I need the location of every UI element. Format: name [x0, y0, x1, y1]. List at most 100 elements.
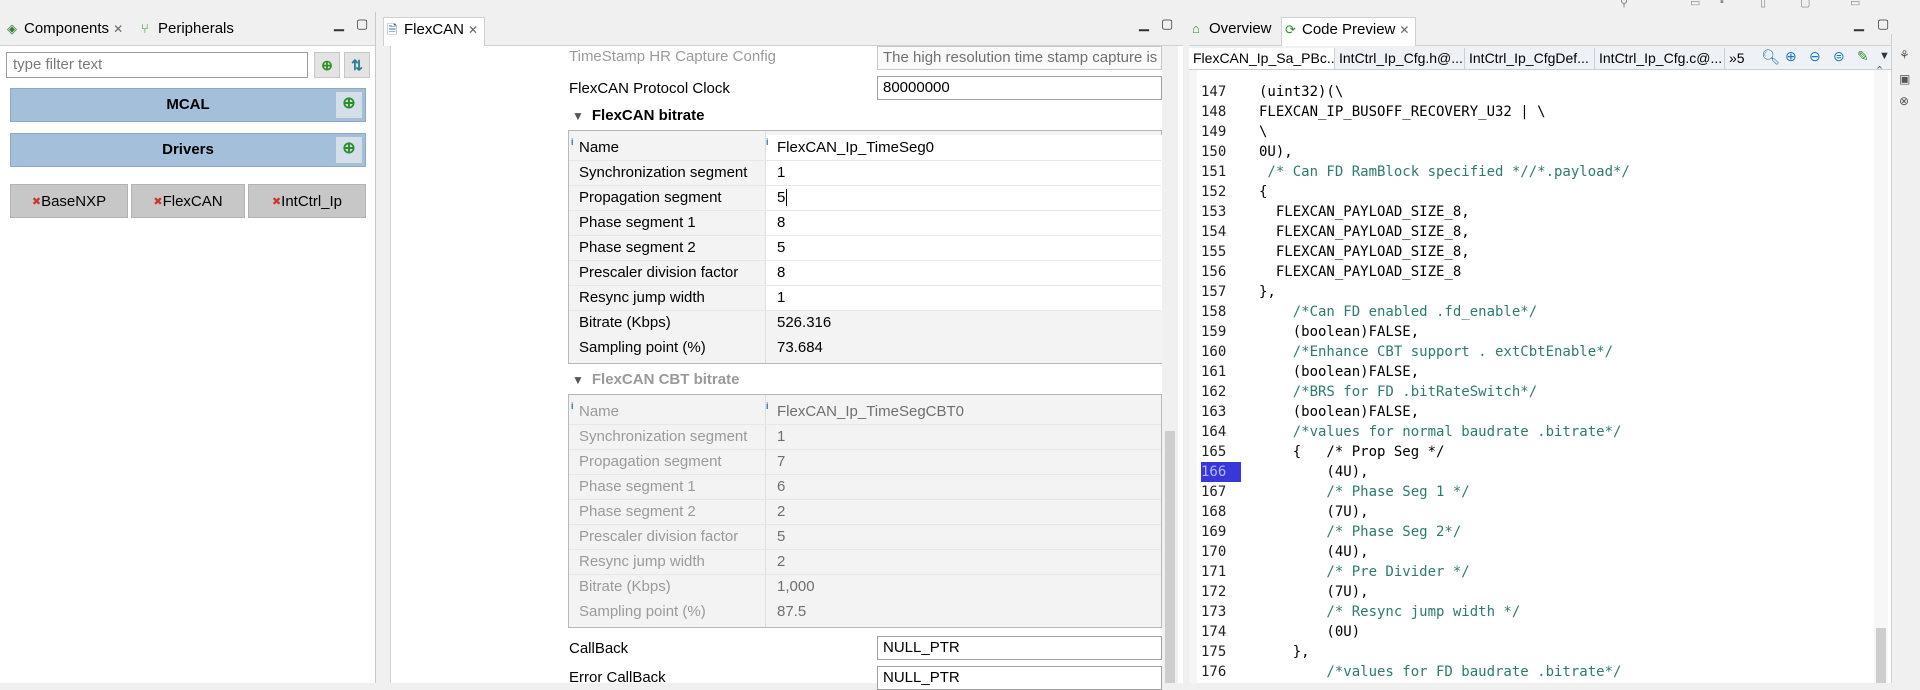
panel-separator[interactable]: [376, 12, 383, 683]
code-line[interactable]: (boolean)FALSE,: [1259, 362, 1419, 382]
code-line[interactable]: (7U),: [1259, 582, 1368, 602]
scroll-thumb[interactable]: [1165, 431, 1175, 683]
driver-flexcan[interactable]: ✖FlexCAN: [131, 184, 245, 218]
scroll-thumb[interactable]: [1876, 628, 1886, 683]
file-tab[interactable]: IntCtrl_Ip_CfgDef...: [1465, 48, 1595, 69]
line-number[interactable]: 166: [1201, 462, 1241, 482]
code-comment-line[interactable]: /*Can FD enabled .fd_enable*/: [1259, 302, 1537, 322]
tab-code-preview[interactable]: ⟳ Code Preview ✕: [1281, 17, 1417, 46]
tab-flexcan[interactable]: 🗎 FlexCAN ✕: [383, 17, 486, 46]
driver-basenxp[interactable]: ✖BaseNXP: [10, 184, 128, 218]
line-number[interactable]: 168: [1201, 502, 1241, 522]
code-line[interactable]: (4U),: [1259, 462, 1368, 482]
prop-segment-input[interactable]: 5: [777, 189, 788, 206]
chevron-down-icon[interactable]: ▼: [1879, 50, 1890, 62]
code-line[interactable]: },: [1259, 282, 1276, 302]
code-comment-line[interactable]: /* Phase Seg 1 */: [1259, 482, 1469, 502]
prescaler-value[interactable]: 8: [777, 264, 785, 281]
callback-field[interactable]: NULL_PTR: [877, 636, 1162, 660]
toolbar-icon[interactable]: ⚘: [1899, 48, 1910, 62]
minimize-icon[interactable]: ▁: [1139, 16, 1149, 32]
code-line[interactable]: 0U),: [1259, 142, 1293, 162]
sort-button[interactable]: ⇅: [344, 52, 370, 78]
chevron-down-icon[interactable]: ▼: [572, 373, 584, 387]
code-line[interactable]: (0U): [1259, 622, 1360, 642]
code-line[interactable]: {: [1259, 182, 1267, 202]
chevron-down-icon[interactable]: ▼: [572, 109, 584, 123]
code-comment-line[interactable]: /*BRS for FD .bitRateSwitch*/: [1259, 382, 1537, 402]
bitrate-section-header[interactable]: ▼ FlexCAN bitrate: [572, 107, 704, 124]
line-number[interactable]: 161: [1201, 362, 1241, 382]
code-line[interactable]: FLEXCAN_PAYLOAD_SIZE_8: [1259, 262, 1461, 282]
line-number[interactable]: 157: [1201, 282, 1241, 302]
close-icon[interactable]: ✕: [1399, 23, 1409, 37]
code-comment-line[interactable]: /* Can FD RamBlock specified *//*.payloa…: [1259, 162, 1629, 182]
line-number[interactable]: 154: [1201, 222, 1241, 242]
search-icon[interactable]: ⚲: [1620, 0, 1628, 9]
code-comment-line[interactable]: /*values for normal baudrate .bitrate*/: [1259, 422, 1622, 442]
code-line[interactable]: { /* Prop Seg */: [1259, 442, 1445, 462]
code-line[interactable]: (7U),: [1259, 502, 1368, 522]
add-icon[interactable]: ⊕: [335, 91, 363, 119]
line-number[interactable]: 147: [1201, 82, 1241, 102]
sync-segment-value[interactable]: 1: [777, 164, 785, 181]
code-comment-line[interactable]: /*Enhance CBT support . extCbtEnable*/: [1259, 342, 1613, 362]
name-value[interactable]: FlexCAN_Ip_TimeSeg0: [777, 139, 934, 156]
protocol-clock-field[interactable]: 80000000: [877, 76, 1162, 100]
toolbar-icon[interactable]: ⊗: [1899, 94, 1909, 108]
cbt-section-header[interactable]: ▼ FlexCAN CBT bitrate: [572, 371, 739, 388]
line-number[interactable]: 158: [1201, 302, 1241, 322]
code-line[interactable]: (boolean)FALSE,: [1259, 402, 1419, 422]
close-icon[interactable]: ✕: [468, 23, 478, 37]
line-number[interactable]: 164: [1201, 422, 1241, 442]
group-mcal[interactable]: MCAL ⊕: [10, 88, 366, 122]
line-number[interactable]: 155: [1201, 242, 1241, 262]
resync-jump-value[interactable]: 1: [777, 289, 785, 306]
phase-seg2-value[interactable]: 5: [777, 239, 785, 256]
code-line[interactable]: (4U),: [1259, 542, 1368, 562]
code-line[interactable]: FLEXCAN_IP_BUSOFF_RECOVERY_U32 | \: [1259, 102, 1546, 122]
filter-input[interactable]: type filter text: [6, 52, 308, 78]
line-number[interactable]: 152: [1201, 182, 1241, 202]
maximize-icon[interactable]: ▢: [1161, 16, 1173, 32]
line-number[interactable]: 165: [1201, 442, 1241, 462]
line-number[interactable]: 149: [1201, 122, 1241, 142]
zoom-in-icon[interactable]: ⊕: [1785, 48, 1797, 65]
close-icon[interactable]: ✕: [113, 22, 123, 36]
line-number[interactable]: 153: [1201, 202, 1241, 222]
line-number[interactable]: 163: [1201, 402, 1241, 422]
line-number[interactable]: 148: [1201, 102, 1241, 122]
code-comment-line[interactable]: /* Pre Divider */: [1259, 562, 1469, 582]
error-callback-field[interactable]: NULL_PTR: [877, 666, 1162, 690]
code-line[interactable]: \: [1259, 122, 1267, 142]
toolbar-icon[interactable]: ▭: [1690, 0, 1700, 9]
maximize-icon[interactable]: ▢: [1877, 16, 1889, 32]
file-tab[interactable]: IntCtrl_Ip_Cfg.h@...: [1335, 48, 1465, 69]
line-number[interactable]: 171: [1201, 562, 1241, 582]
line-number[interactable]: 172: [1201, 582, 1241, 602]
restore-icon[interactable]: ▣: [1899, 72, 1910, 86]
toolbar-icon[interactable]: ▪: [1720, 0, 1724, 8]
line-number[interactable]: 173: [1201, 602, 1241, 622]
line-number[interactable]: 170: [1201, 542, 1241, 562]
maximize-icon[interactable]: ▢: [356, 16, 368, 32]
file-tab[interactable]: IntCtrl_Ip_Cfg.c@...: [1595, 48, 1725, 69]
tab-overview[interactable]: ⌂ Overview: [1189, 17, 1272, 41]
more-tabs-button[interactable]: »5: [1725, 48, 1755, 69]
line-number[interactable]: 176: [1201, 662, 1241, 682]
group-drivers[interactable]: Drivers ⊕: [10, 133, 366, 167]
zoom-out-icon[interactable]: ⊖: [1809, 48, 1821, 65]
file-tab[interactable]: FlexCAN_Ip_Sa_PBc...: [1189, 48, 1335, 69]
toolbar-icon[interactable]: ▭: [1850, 0, 1860, 9]
line-number[interactable]: 169: [1201, 522, 1241, 542]
code-line[interactable]: FLEXCAN_PAYLOAD_SIZE_8,: [1259, 222, 1470, 242]
code-comment-line[interactable]: /*values for FD baudrate .bitrate*/: [1259, 662, 1621, 682]
line-number[interactable]: 159: [1201, 322, 1241, 342]
line-number[interactable]: 156: [1201, 262, 1241, 282]
line-number[interactable]: 151: [1201, 162, 1241, 182]
line-number[interactable]: 167: [1201, 482, 1241, 502]
line-number[interactable]: 162: [1201, 382, 1241, 402]
add-component-button[interactable]: ⊕: [314, 52, 340, 78]
tab-components[interactable]: ◈ Components ✕: [4, 17, 123, 41]
code-line[interactable]: FLEXCAN_PAYLOAD_SIZE_8,: [1259, 242, 1470, 262]
